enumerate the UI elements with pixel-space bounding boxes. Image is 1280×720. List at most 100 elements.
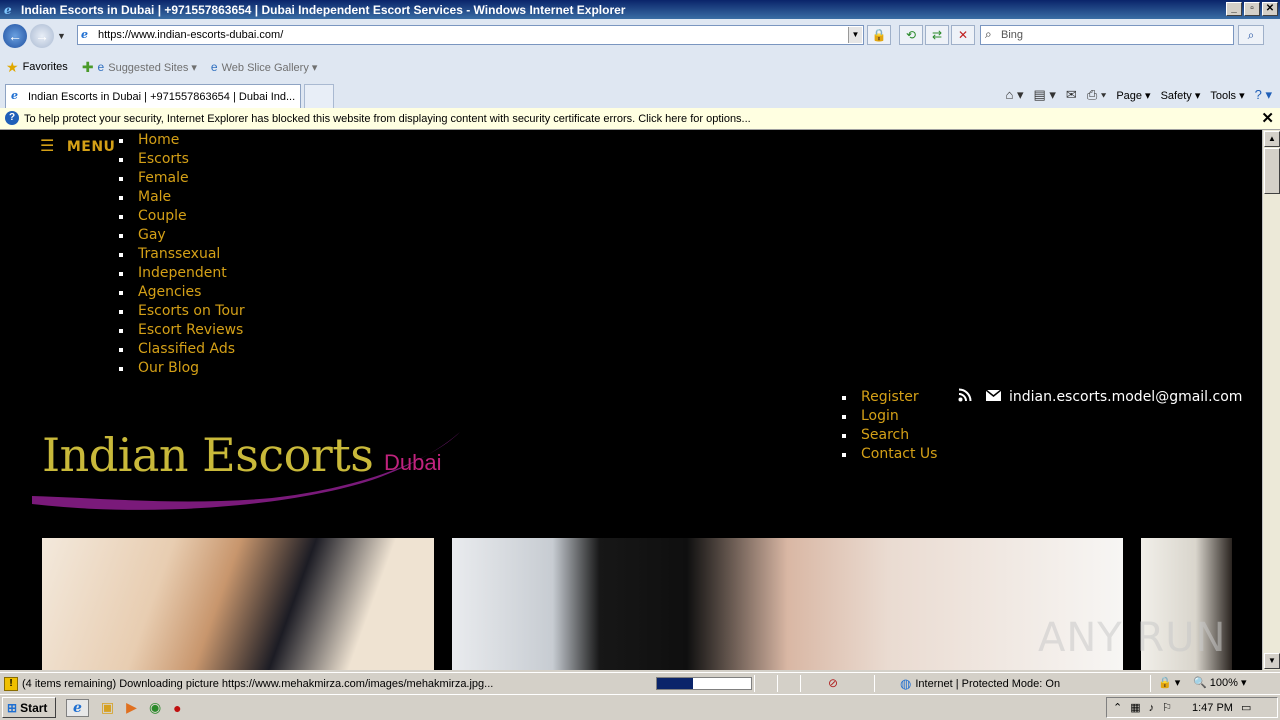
tab-active[interactable]: e Indian Escorts in Dubai | +97155786365… — [5, 84, 301, 108]
site-logo[interactable]: Indian Escorts Dubai — [32, 410, 462, 510]
nav-independent[interactable]: Independent — [119, 264, 245, 283]
nav-classified-ads[interactable]: Classified Ads — [119, 340, 245, 359]
rss-icon[interactable] — [958, 388, 972, 406]
security-infobar[interactable]: ? To help protect your security, Interne… — [0, 108, 1280, 130]
nav-escort-reviews[interactable]: Escort Reviews — [119, 321, 245, 340]
status-divider — [800, 675, 801, 692]
address-dropdown-icon[interactable]: ▼ — [848, 27, 862, 43]
command-bar: ⌂ ▾ ▤ ▾ ✉ ⎙ ▾ Page ▾ Safety ▾ Tools ▾ ? … — [1006, 87, 1273, 103]
clock[interactable]: 1:47 PM — [1192, 702, 1233, 714]
status-text: (4 items remaining) Downloading picture … — [22, 677, 494, 690]
back-button[interactable]: ← — [3, 24, 27, 48]
favorites-button[interactable]: Favorites — [23, 61, 68, 73]
system-tray: ⌃ ▦ ♪ ⚐ 1:47 PM ▭ — [1106, 697, 1278, 718]
protected-mode-icon[interactable]: 🔒 ▾ — [1158, 676, 1180, 689]
logo-subtext: Dubai — [384, 450, 442, 475]
forward-button[interactable]: → — [30, 24, 54, 48]
new-tab-button[interactable] — [304, 84, 334, 108]
tools-menu[interactable]: Tools ▾ — [1210, 89, 1244, 102]
nav-male[interactable]: Male — [119, 188, 245, 207]
download-progress — [656, 677, 752, 690]
escort-photo-1[interactable] — [42, 538, 434, 670]
print-icon[interactable]: ⎙ ▾ — [1087, 87, 1106, 103]
nav-register[interactable]: Register — [841, 388, 937, 407]
escort-photo-2[interactable] — [452, 538, 1123, 670]
start-button[interactable]: ⊞ Start — [2, 697, 56, 718]
home-icon[interactable]: ⌂ ▾ — [1006, 87, 1024, 103]
social-links: indian.escorts.model@gmail.com — [958, 388, 1242, 406]
security-zone[interactable]: ◍ Internet | Protected Mode: On — [900, 676, 1060, 692]
nav-login[interactable]: Login — [841, 407, 937, 426]
zone-text: Internet | Protected Mode: On — [915, 678, 1061, 690]
compatibility-view-icon[interactable]: ⟲ — [899, 25, 923, 45]
tab-page-icon: e — [11, 89, 18, 102]
warning-icon[interactable]: ! — [4, 676, 18, 691]
nav-our-blog[interactable]: Our Blog — [119, 359, 245, 378]
volume-icon[interactable]: ♪ — [1149, 702, 1155, 714]
nav-gay[interactable]: Gay — [119, 226, 245, 245]
feeds-icon[interactable]: ▤ ▾ — [1034, 87, 1056, 103]
nav-contact-us[interactable]: Contact Us — [841, 445, 937, 464]
close-infobar-icon[interactable]: ✕ — [1261, 109, 1274, 127]
stop-icon[interactable]: ✕ — [951, 25, 975, 45]
chrome-icon[interactable]: ◉ — [149, 699, 161, 716]
refresh-icon[interactable]: ⇄ — [925, 25, 949, 45]
nav-transsexual[interactable]: Transsexual — [119, 245, 245, 264]
suggested-sites-link[interactable]: Suggested Sites ▾ — [108, 61, 197, 74]
close-window-button[interactable]: ✕ — [1262, 2, 1278, 16]
taskbar: ⊞ Start e ▣ ▶ ◉ ● ⌃ ▦ ♪ ⚐ 1:47 PM ▭ — [0, 694, 1280, 720]
scroll-down-icon[interactable]: ▼ — [1264, 653, 1280, 669]
nav-escorts-on-tour[interactable]: Escorts on Tour — [119, 302, 245, 321]
menu-label: MENU — [66, 139, 116, 155]
search-field[interactable]: ⌕ Bing — [980, 25, 1234, 45]
windows-flag-icon: ⊞ — [7, 700, 18, 715]
mail-icon[interactable]: ✉ — [1066, 87, 1077, 103]
vertical-scrollbar[interactable]: ▲ ▼ — [1262, 130, 1280, 670]
page-icon: e — [81, 28, 88, 41]
history-dropdown-icon[interactable]: ▼ — [57, 31, 66, 41]
start-label: Start — [20, 700, 48, 715]
show-desktop-icon[interactable]: ▭ — [1241, 701, 1251, 714]
antivirus-icon[interactable]: ● — [173, 700, 181, 716]
network-icon[interactable]: ▦ — [1130, 701, 1140, 714]
menu-toggle[interactable]: ☰ MENU — [40, 136, 115, 155]
web-slice-gallery-link[interactable]: Web Slice Gallery ▾ — [222, 61, 318, 74]
globe-icon: ◍ — [900, 676, 912, 691]
explorer-folder-icon[interactable]: ▣ — [101, 699, 114, 716]
main-nav: Home Escorts Female Male Couple Gay Tran… — [119, 131, 245, 378]
tab-bar: e Indian Escorts in Dubai | +97155786365… — [0, 81, 1280, 108]
favorites-star-icon[interactable]: ★ — [6, 59, 19, 76]
contact-email[interactable]: indian.escorts.model@gmail.com — [1009, 389, 1242, 405]
tray-arrow-icon[interactable]: ⌃ — [1113, 701, 1122, 714]
nav-couple[interactable]: Couple — [119, 207, 245, 226]
media-player-icon[interactable]: ▶ — [126, 699, 137, 716]
nav-search[interactable]: Search — [841, 426, 937, 445]
popup-blocked-icon[interactable]: ⊘ — [828, 676, 838, 690]
restore-button[interactable]: ▫ — [1244, 2, 1260, 16]
help-icon[interactable]: ? ▾ — [1255, 87, 1272, 103]
web-slice-icon: e — [210, 60, 218, 74]
zoom-value: 100% — [1209, 677, 1238, 689]
safety-menu[interactable]: Safety ▾ — [1161, 89, 1201, 102]
zoom-level[interactable]: 🔍 100% ▾ — [1193, 676, 1246, 689]
search-button[interactable]: ⌕ — [1238, 25, 1264, 45]
nav-agencies[interactable]: Agencies — [119, 283, 245, 302]
address-field[interactable]: e https://www.indian-escorts-dubai.com/ … — [77, 25, 864, 45]
add-to-favorites-icon[interactable]: ✚ — [82, 59, 94, 76]
minimize-button[interactable]: _ — [1226, 2, 1242, 16]
scroll-up-icon[interactable]: ▲ — [1264, 131, 1280, 147]
ie-taskbar-icon[interactable]: e — [66, 698, 89, 717]
scroll-thumb[interactable] — [1264, 148, 1280, 194]
lock-icon[interactable]: 🔒 — [867, 25, 891, 45]
hamburger-icon: ☰ — [40, 136, 55, 155]
action-center-flag-icon[interactable]: ⚐ — [1162, 701, 1172, 714]
address-url: https://www.indian-escorts-dubai.com/ — [98, 29, 284, 41]
status-divider — [754, 675, 755, 692]
nav-female[interactable]: Female — [119, 169, 245, 188]
favorites-bar: ★ Favorites ✚ e Suggested Sites ▾ e Web … — [0, 53, 1280, 81]
nav-escorts[interactable]: Escorts — [119, 150, 245, 169]
page-menu[interactable]: Page ▾ — [1116, 89, 1150, 102]
status-divider — [777, 675, 778, 692]
nav-home[interactable]: Home — [119, 131, 245, 150]
infobar-message[interactable]: To help protect your security, Internet … — [24, 113, 751, 125]
